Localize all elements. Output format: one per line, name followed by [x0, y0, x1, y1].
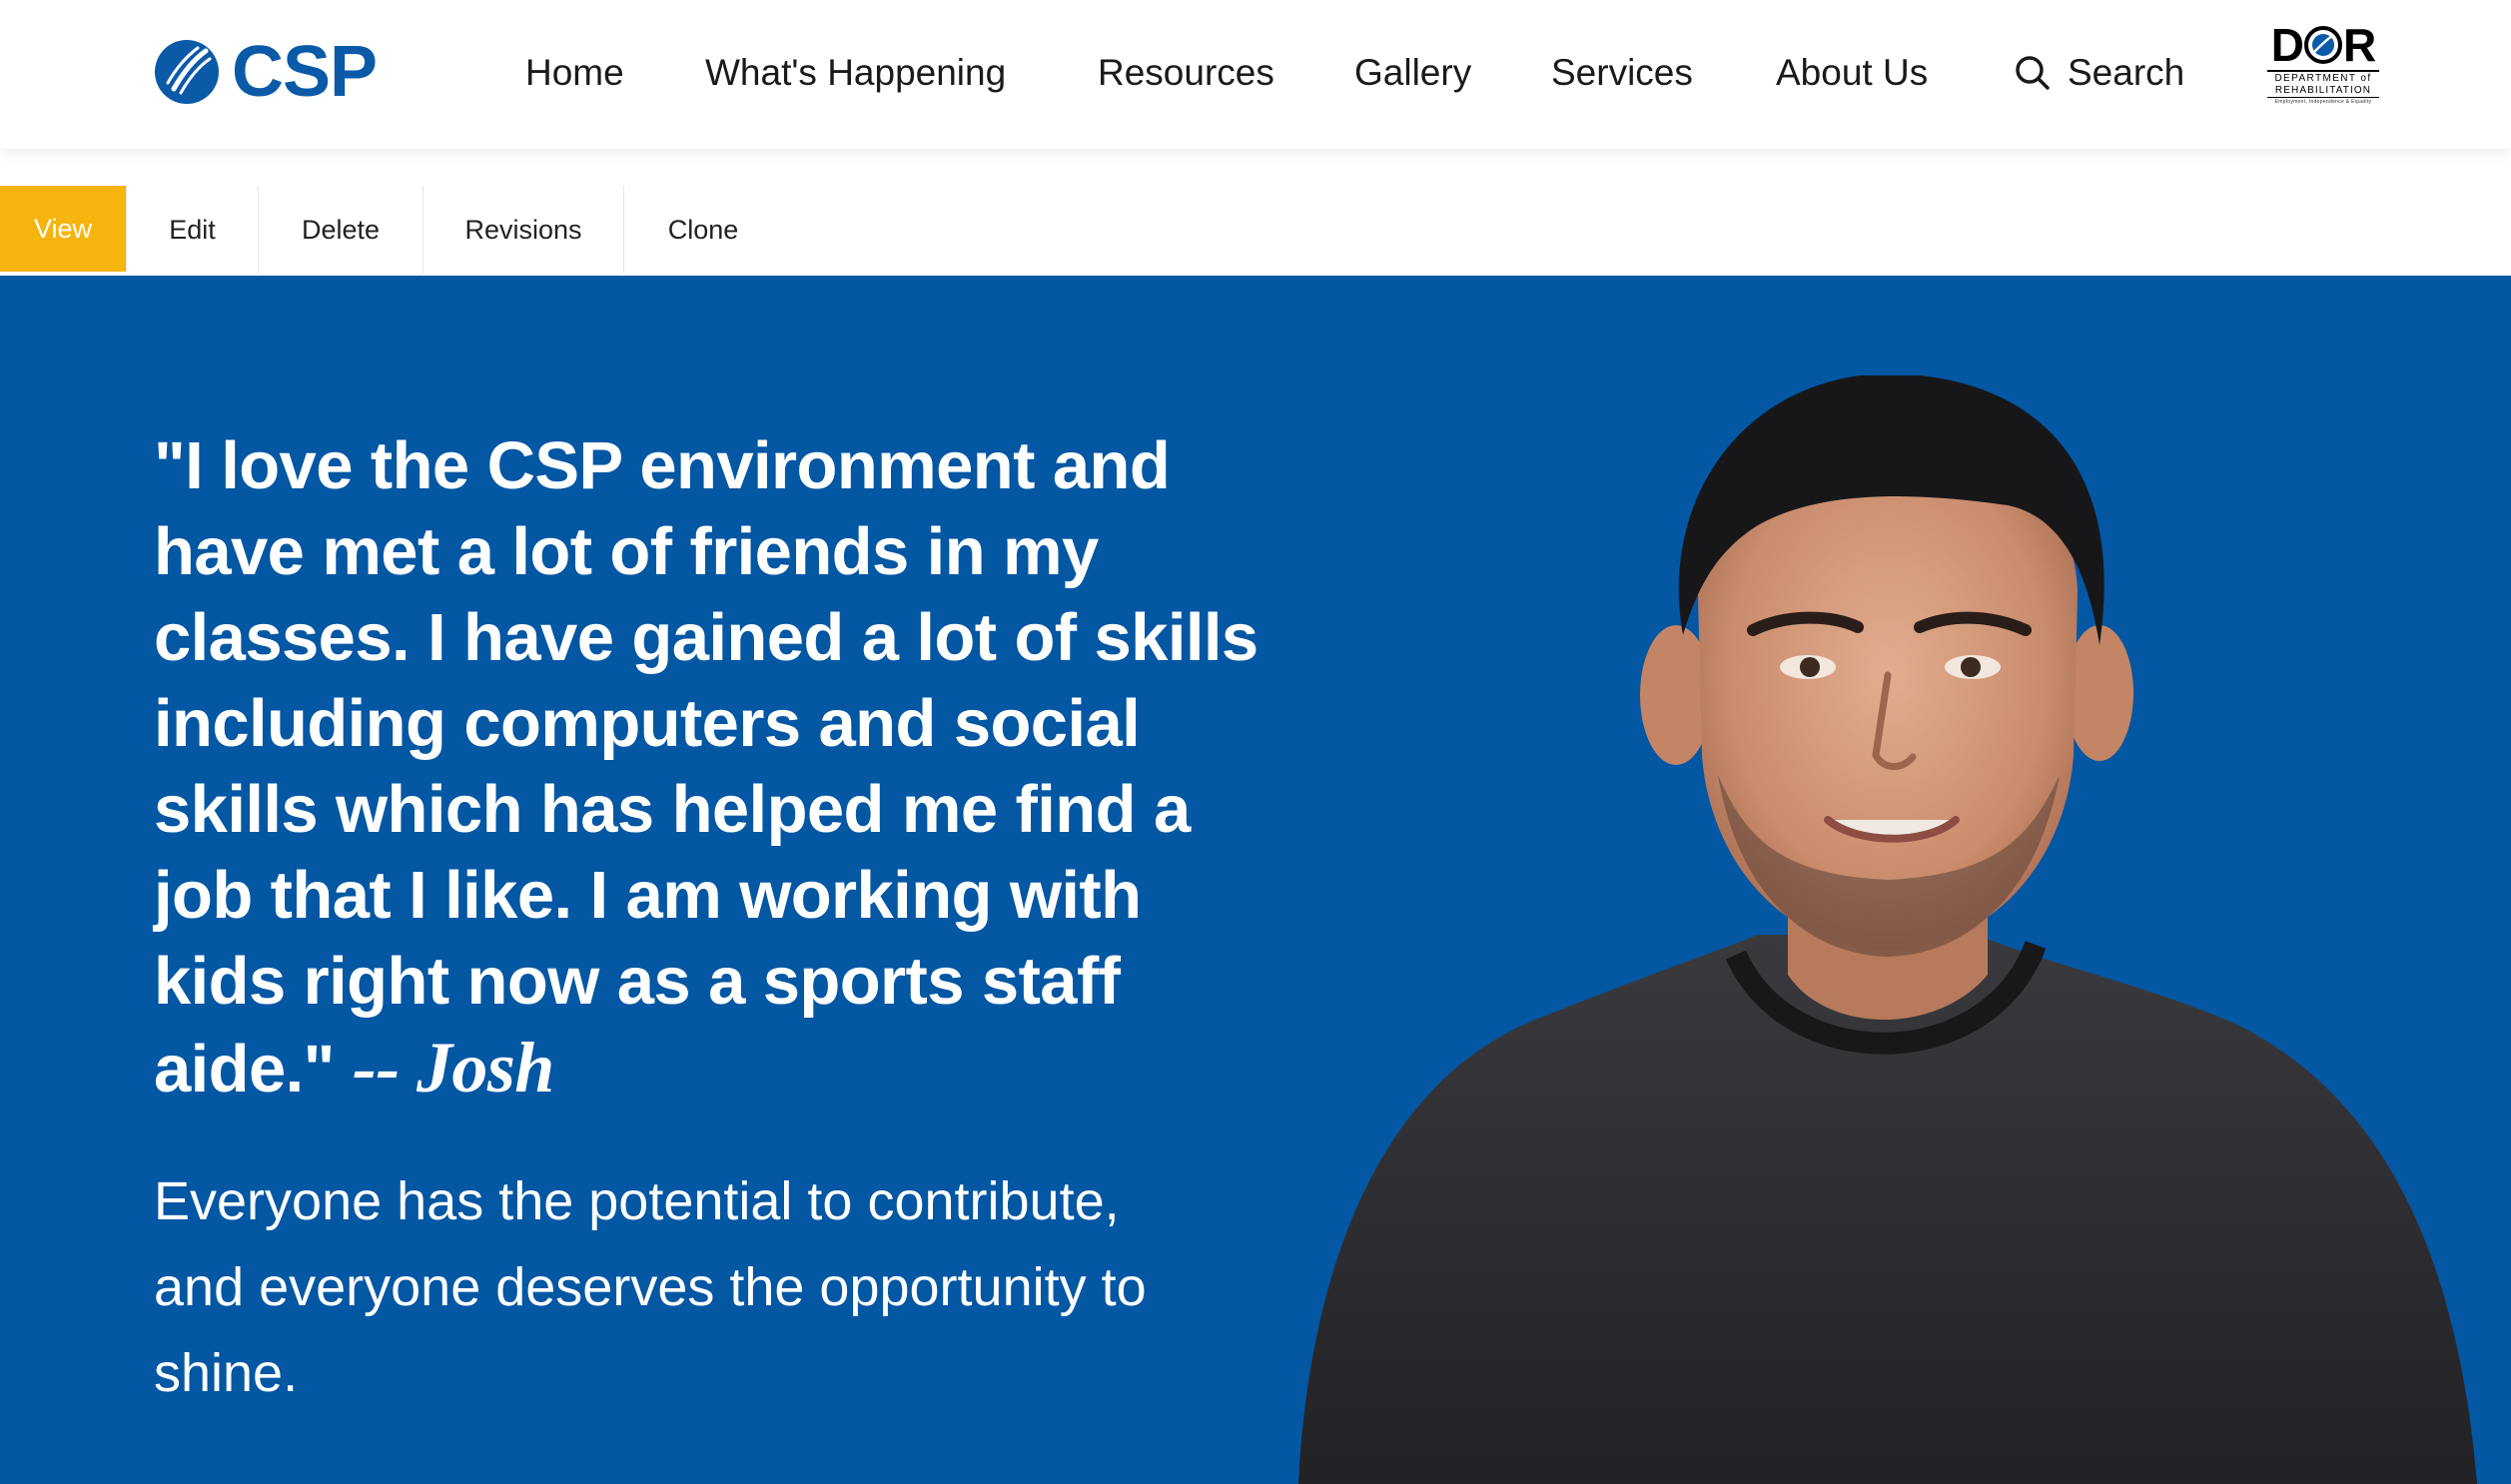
site-logo-link[interactable]: CSP	[154, 32, 378, 112]
tab-view[interactable]: View	[0, 186, 127, 272]
brand-name: CSP	[232, 32, 378, 112]
testimonial-quote: "I love the CSP environment and have met…	[154, 423, 1272, 1113]
dor-line-1: DEPARTMENT of	[2267, 70, 2379, 85]
tab-edit[interactable]: Edit	[127, 186, 259, 274]
tab-delete[interactable]: Delete	[259, 186, 423, 274]
dor-logo[interactable]: D R DEPARTMENT of REHABILITATION Employm…	[2267, 22, 2379, 120]
hero-tagline: Everyone has the potential to contribute…	[154, 1171, 1147, 1403]
quote-text: "I love the CSP environment and have met…	[154, 428, 1258, 1107]
nav-search-button[interactable]: Search	[2014, 44, 2184, 102]
nav-about-us[interactable]: About Us	[1776, 44, 1928, 102]
nav-resources[interactable]: Resources	[1098, 44, 1274, 102]
nav-gallery[interactable]: Gallery	[1354, 44, 1471, 102]
portrait-photo	[1298, 375, 2477, 1484]
hero-section: "I love the CSP environment and have met…	[0, 276, 2511, 1484]
site-header: CSP Home What's Happening Resources Gall…	[0, 0, 2511, 149]
quote-attribution: -- Josh	[352, 1028, 554, 1108]
dor-line-3: Employment, Independence & Equality	[2267, 97, 2379, 106]
nav-home[interactable]: Home	[525, 44, 624, 102]
csp-logo-icon	[155, 40, 219, 104]
dor-wordmark: D R	[2270, 19, 2376, 71]
dor-line-2: REHABILITATION	[2274, 85, 2372, 96]
dor-globe-icon	[2304, 26, 2342, 64]
search-icon	[2016, 56, 2050, 90]
search-label: Search	[2068, 52, 2185, 93]
admin-tabs: View Edit Delete Revisions Clone	[0, 186, 782, 274]
nav-whats-happening[interactable]: What's Happening	[705, 44, 1006, 102]
nav-services[interactable]: Services	[1551, 44, 1693, 102]
tab-revisions[interactable]: Revisions	[423, 186, 624, 274]
tab-clone[interactable]: Clone	[624, 186, 782, 274]
